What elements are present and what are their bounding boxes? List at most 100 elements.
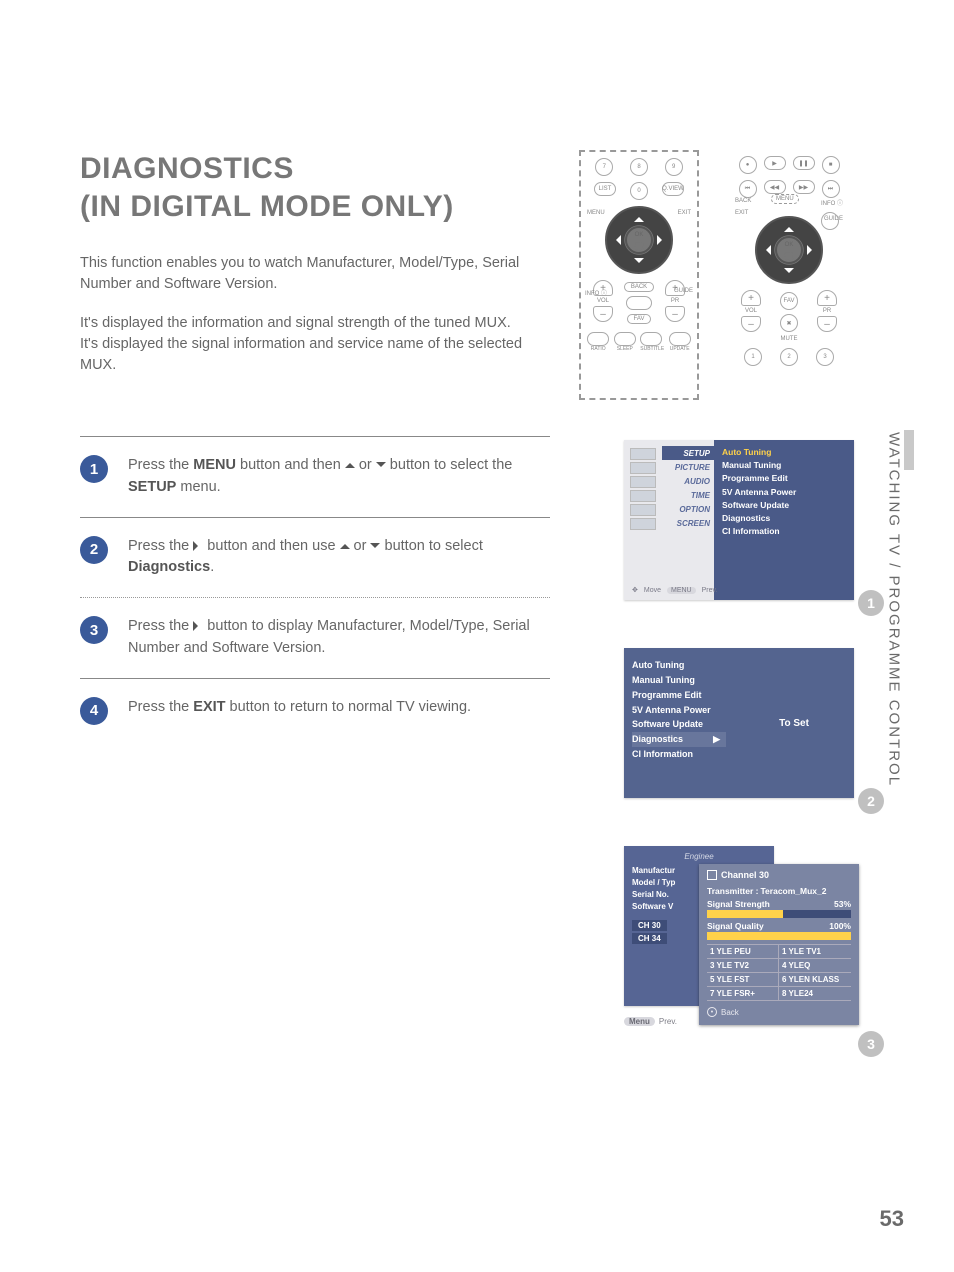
remote-btn-0[interactable]: 0 xyxy=(630,182,648,200)
osd1-move: Move xyxy=(644,587,661,594)
osd1-tab-picture[interactable]: PICTURE xyxy=(662,460,714,474)
remote-btn-7[interactable]: 7 xyxy=(595,158,613,176)
remote-btn-rec[interactable]: ● xyxy=(739,156,757,174)
osd1-item[interactable]: Manual Tuning xyxy=(722,459,846,472)
remote-btn-3[interactable]: 3 xyxy=(816,348,834,366)
step-1: 1 Press the MENU button and then or butt… xyxy=(80,436,550,517)
arrow-down-icon xyxy=(370,543,380,553)
back-icon: • xyxy=(707,1007,717,1017)
osd1-item[interactable]: CI Information xyxy=(722,525,846,538)
move-hint-icon: ✥ xyxy=(632,586,638,594)
arrow-down-icon xyxy=(634,258,644,268)
osd-diagnostics-select: Auto Tuning Manual Tuning Programme Edit… xyxy=(624,648,854,798)
osd1-item[interactable]: Programme Edit xyxy=(722,472,846,485)
remote-btn-update[interactable] xyxy=(669,332,691,346)
step-4: 4 Press the EXIT button to return to nor… xyxy=(80,678,550,743)
remote-vol-rocker[interactable]: + VOL – xyxy=(741,290,761,342)
remote-btn-9[interactable]: 9 xyxy=(665,158,683,176)
remote-btn-pause[interactable]: ❚❚ xyxy=(793,156,815,170)
step-1-text: Press the MENU button and then or button… xyxy=(128,455,550,499)
remote-btn-stop[interactable]: ■ xyxy=(822,156,840,174)
osd3-back-label: Back xyxy=(721,1008,739,1017)
remote-btn-sleep[interactable] xyxy=(614,332,636,346)
intro-p1: This function enables you to watch Manuf… xyxy=(80,253,540,295)
remote-btn-next[interactable]: ⏭ xyxy=(822,180,840,198)
remote-btn-fav[interactable]: FAV xyxy=(627,314,652,324)
arrow-left-icon xyxy=(611,235,621,245)
osd3-ch30[interactable]: CH 30 xyxy=(632,920,667,931)
remote-btn-8[interactable]: 8 xyxy=(630,158,648,176)
osd3-prev: Prev. xyxy=(659,1017,677,1026)
remote-label-pr: PR xyxy=(823,308,831,314)
remote-label-subtitle: SUBTITLE xyxy=(640,346,664,352)
osd2-item[interactable]: Auto Tuning xyxy=(632,658,726,673)
svc-cell: 4 YLEQ xyxy=(779,959,851,973)
remote-vol-rocker[interactable]: + VOL – xyxy=(593,280,613,324)
remote-label-update: UPDATE xyxy=(669,346,691,352)
osd3-ch34[interactable]: CH 34 xyxy=(632,933,667,944)
arrow-up-icon xyxy=(340,539,350,549)
remote-pr-rocker[interactable]: + PR – xyxy=(817,290,837,342)
remote-btn-1[interactable]: 1 xyxy=(744,348,762,366)
thumb-icon xyxy=(630,490,656,502)
minus-icon: – xyxy=(665,306,685,322)
remote-btn-play[interactable]: ▶ xyxy=(764,156,786,170)
remote-a: 7 8 9 LIST 0 Q.VIEW MENU EXIT OK INFO ⓘ … xyxy=(579,150,699,400)
svc-cell: 6 YLEN KLASS xyxy=(779,973,851,987)
osd2-item[interactable]: 5V Antenna Power xyxy=(632,703,726,718)
remote-btn-colour[interactable] xyxy=(626,296,652,310)
osd3-ss-value: 53% xyxy=(834,899,851,909)
arrow-left-icon xyxy=(761,245,771,255)
remote-btn-qview[interactable]: Q.VIEW xyxy=(662,182,684,196)
osd1-tab-time[interactable]: TIME xyxy=(662,488,714,502)
osd2-item[interactable]: CI Information xyxy=(632,747,726,762)
thumb-icon xyxy=(630,448,656,460)
remote-btn-rew[interactable]: ◀◀ xyxy=(764,180,786,194)
remote-btn-subtitle[interactable] xyxy=(640,332,662,346)
remote-dpad[interactable]: OK xyxy=(605,206,673,274)
osd3-popup-header: Channel 30 xyxy=(721,870,769,880)
remote-label-vol: VOL xyxy=(745,308,757,314)
remote-btn-mute[interactable]: ✖ xyxy=(780,314,798,332)
osd1-item[interactable]: Diagnostics xyxy=(722,512,846,525)
arrow-up-icon xyxy=(784,222,794,232)
remote-btn-list[interactable]: LIST xyxy=(594,182,616,196)
arrow-up-icon xyxy=(345,458,355,468)
remote-btn-ff[interactable]: ▶▶ xyxy=(793,180,815,194)
remote-btn-2[interactable]: 2 xyxy=(780,348,798,366)
channel-icon xyxy=(707,870,717,880)
svc-cell: 1 YLE PEU xyxy=(707,945,779,959)
osd3-sq-value: 100% xyxy=(829,921,851,931)
osd1-item[interactable]: Software Update xyxy=(722,499,846,512)
osd1-tab-screen[interactable]: SCREEN xyxy=(662,516,714,530)
osd3-ss-label: Signal Strength xyxy=(707,899,770,909)
remote-btn-fav[interactable]: FAV xyxy=(780,292,798,310)
osd2-to-set: To Set xyxy=(779,718,809,729)
osd1-tab-setup[interactable]: SETUP xyxy=(662,446,714,460)
osd1-item[interactable]: 5V Antenna Power xyxy=(722,486,846,499)
step-4-text: Press the EXIT button to return to norma… xyxy=(128,697,471,719)
osd3-tx-value: Teracom_Mux_2 xyxy=(761,886,827,896)
arrow-right-icon xyxy=(807,245,817,255)
osd1-tab-audio[interactable]: AUDIO xyxy=(662,474,714,488)
osd1-item[interactable]: Auto Tuning xyxy=(722,446,846,459)
step-number-badge: 1 xyxy=(80,455,108,483)
remote-btn-ratio[interactable] xyxy=(587,332,609,346)
remote-btn-guide[interactable] xyxy=(821,212,839,230)
plus-icon: + xyxy=(741,290,761,306)
remote-btn-prev[interactable]: ⏮ xyxy=(739,180,757,198)
remote-btn-back[interactable]: BACK xyxy=(624,282,654,292)
svc-cell: 3 YLE TV2 xyxy=(707,959,779,973)
osd2-item[interactable]: Software Update xyxy=(632,717,726,732)
osd2-item[interactable]: Programme Edit xyxy=(632,688,726,703)
remote-btn-ok[interactable]: OK xyxy=(625,226,653,254)
osd2-item-selected[interactable]: Diagnostics ▶ xyxy=(632,732,726,747)
arrow-down-icon xyxy=(784,268,794,278)
remote-pr-rocker[interactable]: + PR – xyxy=(665,280,685,324)
remote-btn-ok[interactable]: OK xyxy=(775,236,803,264)
osd1-tab-option[interactable]: OPTION xyxy=(662,502,714,516)
intro-p2-3: It's displayed the information and signa… xyxy=(80,313,540,376)
osd2-item[interactable]: Manual Tuning xyxy=(632,673,726,688)
remote-dpad[interactable]: OK xyxy=(755,216,823,284)
intro-block: This function enables you to watch Manuf… xyxy=(80,253,540,376)
